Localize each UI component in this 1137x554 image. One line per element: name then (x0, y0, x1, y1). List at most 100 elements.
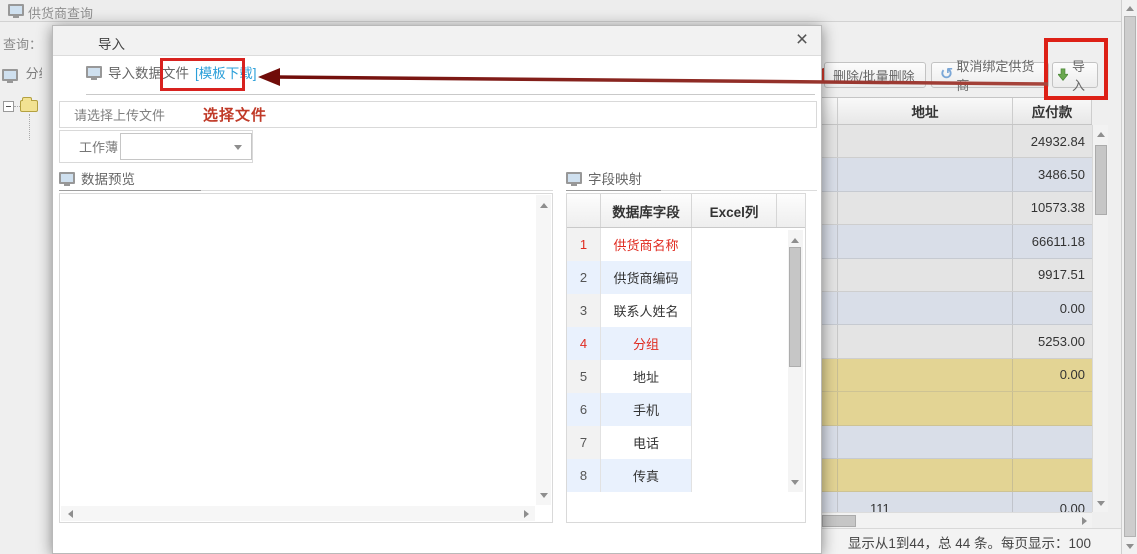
mapping-row[interactable]: 8传真 (567, 459, 777, 492)
scroll-up-icon[interactable] (1096, 129, 1106, 139)
table-row[interactable]: 24932.84 (822, 125, 1092, 158)
workbook-dropdown[interactable] (120, 133, 252, 160)
section-underline (59, 190, 201, 191)
mapping-header-stub (777, 194, 805, 227)
grid-header-row: 地址 应付款 (822, 97, 1092, 125)
cell-row-number: 1 (567, 228, 601, 261)
cell-excel-col[interactable] (692, 327, 777, 360)
scroll-down-icon[interactable] (1096, 498, 1106, 508)
monitor-icon (8, 4, 24, 16)
table-row[interactable] (822, 426, 1092, 459)
grid-vscroll-thumb[interactable] (1095, 145, 1107, 215)
table-row[interactable]: 0.00 (822, 292, 1092, 325)
cell-address (838, 459, 1013, 491)
file-upload-row: 请选择上传文件 选择文件 (59, 101, 817, 128)
scroll-down-icon[interactable] (539, 490, 549, 500)
grid-horizontal-scrollbar[interactable] (822, 512, 1092, 528)
workbook-row: 工作薄 (59, 130, 253, 163)
page-vscroll-thumb[interactable] (1124, 16, 1136, 537)
table-row[interactable]: 5253.00 (822, 325, 1092, 358)
table-row-selected[interactable] (822, 459, 1092, 492)
cell-payable: 0.00 (1013, 492, 1092, 512)
grid-header-address[interactable]: 地址 (838, 98, 1013, 124)
annotation-arrow (256, 64, 1050, 92)
scroll-right-icon[interactable] (521, 509, 531, 519)
mapping-vertical-scrollbar[interactable] (788, 230, 803, 492)
mapping-header-excel: Excel列 (692, 194, 777, 227)
table-row-selected[interactable]: 0.00 (822, 359, 1092, 392)
cell-payable: 9917.51 (1013, 259, 1092, 291)
cell-excel-col[interactable] (692, 261, 777, 294)
cell-excel-col[interactable] (692, 393, 777, 426)
mapping-row[interactable]: 6手机 (567, 393, 777, 426)
mapping-row[interactable]: 1供货商名称 (567, 228, 777, 261)
scroll-up-icon[interactable] (790, 235, 800, 245)
preview-label: 数据预览 (81, 168, 135, 188)
table-row[interactable]: 1110.00 (822, 492, 1092, 512)
cell-excel-col[interactable] (692, 294, 777, 327)
cell-address (838, 392, 1013, 424)
scroll-down-icon[interactable] (1125, 541, 1135, 551)
cell-db-field: 电话 (601, 426, 692, 459)
preview-horizontal-scrollbar[interactable] (61, 506, 535, 521)
scroll-left-icon[interactable] (65, 509, 75, 519)
scroll-down-icon[interactable] (790, 477, 800, 487)
grid-vertical-scrollbar[interactable] (1092, 125, 1108, 512)
cell-payable: 3486.50 (1013, 158, 1092, 190)
table-row[interactable]: 10573.38 (822, 192, 1092, 225)
choose-file-button[interactable]: 选择文件 (203, 104, 267, 125)
grid-header-payable[interactable]: 应付款 (1013, 98, 1092, 124)
close-icon[interactable]: × (789, 27, 815, 53)
mapping-row[interactable]: 3联系人姓名 (567, 294, 777, 327)
cell-row-number: 5 (567, 360, 601, 393)
scroll-right-icon[interactable] (1079, 516, 1089, 526)
cell-address (838, 325, 1013, 357)
cell-excel-col[interactable] (692, 459, 777, 492)
grid-header-stub (822, 98, 838, 124)
window-title: 供货商查询 (28, 3, 93, 22)
page-vertical-scrollbar[interactable] (1121, 0, 1137, 554)
status-bar: 显示从1到44，总 44 条。每页显示：100 (822, 528, 1121, 554)
cell-payable: 10573.38 (1013, 192, 1092, 224)
mapping-vscroll-thumb[interactable] (789, 247, 801, 367)
cell-payable (1013, 426, 1092, 458)
table-row[interactable]: 9917.51 (822, 259, 1092, 292)
upload-hint: 请选择上传文件 (74, 105, 165, 124)
mapping-row[interactable]: 4分组 (567, 327, 777, 360)
grid-hscroll-thumb[interactable] (822, 515, 856, 527)
cell-db-field: 地址 (601, 360, 692, 393)
cell-row-number: 6 (567, 393, 601, 426)
chevron-down-icon (234, 145, 242, 150)
mapping-row[interactable]: 7电话 (567, 426, 777, 459)
scroll-up-icon[interactable] (539, 200, 549, 210)
table-row-selected[interactable] (822, 392, 1092, 425)
cell-excel-col[interactable] (692, 360, 777, 393)
table-row[interactable]: 66611.18 (822, 225, 1092, 258)
annotation-highlight-import-button (1044, 38, 1108, 100)
cell-db-field: 联系人姓名 (601, 294, 692, 327)
query-label: 查询： (3, 34, 42, 53)
workbook-label: 工作薄 (79, 137, 118, 156)
cell-address (838, 359, 1013, 391)
cell-payable: 0.00 (1013, 292, 1092, 324)
cell-payable: 0.00 (1013, 359, 1092, 391)
tree-connector (29, 114, 30, 140)
cell-address (838, 292, 1013, 324)
mapping-row[interactable]: 5地址 (567, 360, 777, 393)
mapping-header-row: 数据库字段 Excel列 (567, 194, 805, 228)
data-preview-panel (59, 193, 553, 523)
grid-body: 24932.84 3486.50 10573.38 66611.18 9917.… (822, 125, 1092, 512)
cell-excel-col[interactable] (692, 426, 777, 459)
cell-row-number: 8 (567, 459, 601, 492)
field-mapping-table: 数据库字段 Excel列 1供货商名称 2供货商编码 3联系人姓名 4分组 5地… (566, 193, 806, 523)
table-row[interactable]: 3486.50 (822, 158, 1092, 191)
cell-db-field: 供货商名称 (601, 228, 692, 261)
folder-icon[interactable] (20, 100, 38, 112)
cell-excel-col[interactable] (692, 228, 777, 261)
preview-vertical-scrollbar[interactable] (536, 195, 551, 505)
scroll-up-icon[interactable] (1125, 3, 1135, 13)
mapping-row[interactable]: 2供货商编码 (567, 261, 777, 294)
tree-expander-icon[interactable] (3, 101, 14, 112)
app-window: 供货商查询 查询： 分组 删除/批量删除 ↺ 取消绑定供货商 导入 地址 应付款… (0, 0, 1137, 554)
group-section-label: 分组 (2, 63, 42, 83)
